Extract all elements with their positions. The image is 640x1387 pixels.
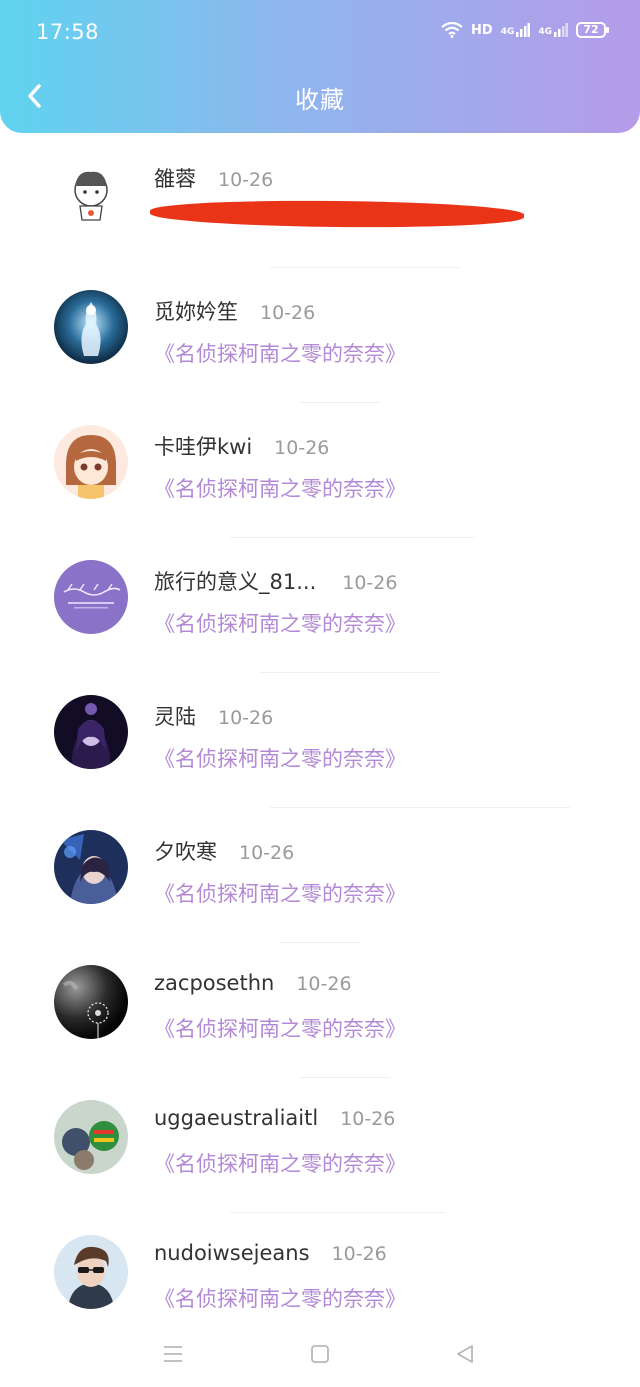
name-line: zacposethn 10-26 xyxy=(154,971,352,995)
username[interactable]: 旅行的意义_81... xyxy=(154,566,316,596)
date: 10-26 xyxy=(340,1108,396,1130)
redaction-mark xyxy=(149,199,525,229)
name-line: 旅行的意义_81... 10-26 xyxy=(154,566,397,596)
battery-icon: 72 xyxy=(576,22,609,38)
status-time: 17:58 xyxy=(36,20,100,44)
signal-icon-1: 4G xyxy=(501,23,531,37)
collection-title[interactable]: 《名侦探柯南之零的奈奈》 xyxy=(154,878,406,908)
date: 10-26 xyxy=(218,169,274,191)
system-nav-bar xyxy=(0,1322,640,1387)
name-line: uggaeustraliaitl 10-26 xyxy=(154,1106,395,1130)
name-line: 灵陆 10-26 xyxy=(154,701,273,731)
square-home-icon xyxy=(311,1345,329,1363)
collection-title[interactable]: 《名侦探柯南之零的奈奈》 xyxy=(154,743,406,773)
wifi-icon xyxy=(441,22,463,38)
list-item[interactable]: 旅行的意义_81... 10-26 《名侦探柯南之零的奈奈》 xyxy=(0,538,640,673)
date: 10-26 xyxy=(296,973,352,995)
date: 10-26 xyxy=(274,437,330,459)
menu-icon xyxy=(164,1346,182,1362)
collection-title[interactable]: 《名侦探柯南之零的奈奈》 xyxy=(154,1283,406,1313)
username[interactable]: 觅妳妗笙 xyxy=(154,296,238,326)
avatar[interactable] xyxy=(54,1235,128,1309)
avatar[interactable] xyxy=(54,1100,128,1174)
username[interactable]: 卡哇伊kwi xyxy=(154,431,252,461)
list-item[interactable]: 卡哇伊kwi 10-26 《名侦探柯南之零的奈奈》 xyxy=(0,403,640,538)
date: 10-26 xyxy=(218,707,274,729)
status-icons: HD 4G 4G 72 xyxy=(441,22,609,38)
avatar[interactable] xyxy=(54,158,128,232)
name-line: 雒蓉 10-26 xyxy=(154,163,273,193)
app-header: 17:58 HD 4G 4G 72 收藏 xyxy=(0,0,640,133)
avatar[interactable] xyxy=(54,965,128,1039)
home-button[interactable] xyxy=(306,1342,334,1366)
list-item[interactable]: 觅妳妗笙 10-26 《名侦探柯南之零的奈奈》 xyxy=(0,268,640,403)
signal-icon-2: 4G xyxy=(538,23,568,37)
date: 10-26 xyxy=(342,572,398,594)
username[interactable]: nudoiwsejeans xyxy=(154,1241,310,1265)
list-item[interactable]: uggaeustraliaitl 10-26 《名侦探柯南之零的奈奈》 xyxy=(0,1078,640,1213)
list-item[interactable]: 夕吹寒 10-26 《名侦探柯南之零的奈奈》 xyxy=(0,808,640,943)
avatar[interactable] xyxy=(54,560,128,634)
date: 10-26 xyxy=(239,842,295,864)
list-item[interactable]: zacposethn 10-26 《名侦探柯南之零的奈奈》 xyxy=(0,943,640,1078)
name-line: 夕吹寒 10-26 xyxy=(154,836,294,866)
collection-title[interactable]: 《名侦探柯南之零的奈奈》 xyxy=(154,473,406,503)
list-item[interactable]: 灵陆 10-26 《名侦探柯南之零的奈奈》 xyxy=(0,673,640,808)
username[interactable]: 雒蓉 xyxy=(154,163,196,193)
system-back-button[interactable] xyxy=(451,1342,479,1366)
username[interactable]: 夕吹寒 xyxy=(154,836,217,866)
avatar[interactable] xyxy=(54,290,128,364)
name-line: nudoiwsejeans 10-26 xyxy=(154,1241,387,1265)
collection-title[interactable]: 《名侦探柯南之零的奈奈》 xyxy=(154,1013,406,1043)
collection-title[interactable]: 《名侦探柯南之零的奈奈》 xyxy=(154,608,406,638)
username[interactable]: uggaeustraliaitl xyxy=(154,1106,318,1130)
triangle-back-icon xyxy=(457,1345,473,1363)
avatar[interactable] xyxy=(54,830,128,904)
hd-label: HD xyxy=(471,22,493,38)
collection-title[interactable]: 《名侦探柯南之零的奈奈》 xyxy=(154,338,406,368)
collection-title[interactable]: 《名侦探柯南之零的奈奈》 xyxy=(154,1148,406,1178)
name-line: 卡哇伊kwi 10-26 xyxy=(154,431,329,461)
page-title: 收藏 xyxy=(295,86,345,114)
name-line: 觅妳妗笙 10-26 xyxy=(154,296,315,326)
date: 10-26 xyxy=(260,302,316,324)
avatar[interactable] xyxy=(54,425,128,499)
avatar[interactable] xyxy=(54,695,128,769)
username[interactable]: zacposethn xyxy=(154,971,274,995)
username[interactable]: 灵陆 xyxy=(154,701,196,731)
date: 10-26 xyxy=(331,1243,387,1265)
menu-button[interactable] xyxy=(159,1342,187,1366)
list-item[interactable]: 雒蓉 10-26 xyxy=(0,133,640,268)
